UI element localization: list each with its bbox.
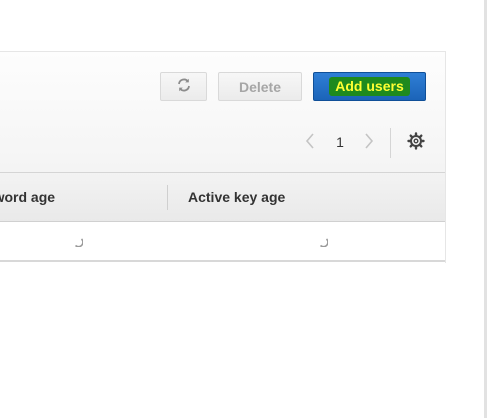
column-header-password-age[interactable]: ssword age [0, 189, 55, 205]
current-page-number: 1 [336, 134, 344, 150]
refresh-icon [176, 77, 192, 96]
table-header-row: ssword age Active key age [0, 173, 445, 222]
pager-divider [390, 128, 391, 158]
refresh-button[interactable] [160, 72, 207, 101]
chevron-right-icon [364, 132, 374, 154]
add-users-button-label: Add users [329, 77, 410, 96]
table-row[interactable] [0, 222, 445, 262]
gear-icon [406, 132, 425, 155]
loading-spinner-icon [318, 234, 329, 248]
previous-page-button[interactable] [303, 132, 317, 154]
delete-button-label: Delete [238, 78, 282, 95]
next-page-button[interactable] [362, 132, 376, 154]
add-users-button[interactable]: Add users [313, 72, 426, 101]
table-toolbar: Delete Add users 1 [0, 52, 445, 173]
users-table-panel: Delete Add users 1 ord age Active key ag… [0, 51, 446, 263]
table-settings-button[interactable] [406, 132, 425, 155]
column-divider[interactable] [167, 185, 168, 210]
column-header-active-key-age[interactable]: Active key age [188, 189, 285, 205]
loading-spinner-icon [73, 234, 84, 248]
delete-button[interactable]: Delete [218, 72, 302, 101]
chevron-left-icon [305, 132, 315, 154]
iam-users-view: Delete Add users 1 ord age Active key ag… [0, 0, 487, 418]
